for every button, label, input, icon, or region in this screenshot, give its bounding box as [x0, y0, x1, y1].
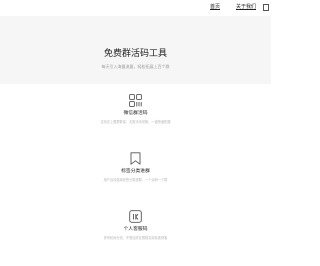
feature-title-qrcode: 微信群活码: [123, 111, 148, 116]
nav-home-link[interactable]: 首页: [210, 4, 220, 10]
hero-subtitle: 每天引入海量流量，轻松拓展上百个群: [101, 64, 170, 69]
nav-about-link[interactable]: 关于我们: [236, 4, 256, 10]
menu-box-icon[interactable]: [263, 4, 269, 11]
bookmark-icon: [130, 152, 141, 165]
feature-title-personal: 个人客服码: [123, 227, 148, 232]
qr-code-icon: [129, 94, 142, 107]
feature-desc-tag: 用户自动选择标签分类进群，一个活码一个群: [103, 178, 168, 182]
hero-title: 免费群活码工具: [103, 49, 167, 59]
feature-desc-personal: 多号轮询分流，不受加好友限制高效精准获客: [103, 236, 168, 240]
top-nav-bar: 首页 关于我们: [0, 0, 271, 16]
feature-title-tag: 标签分类进群: [121, 169, 150, 174]
feature-desc-qrcode: 支持无上限群数量，无需手动切换，一键快速拓展: [100, 120, 171, 124]
personal-code-icon: [129, 210, 142, 223]
